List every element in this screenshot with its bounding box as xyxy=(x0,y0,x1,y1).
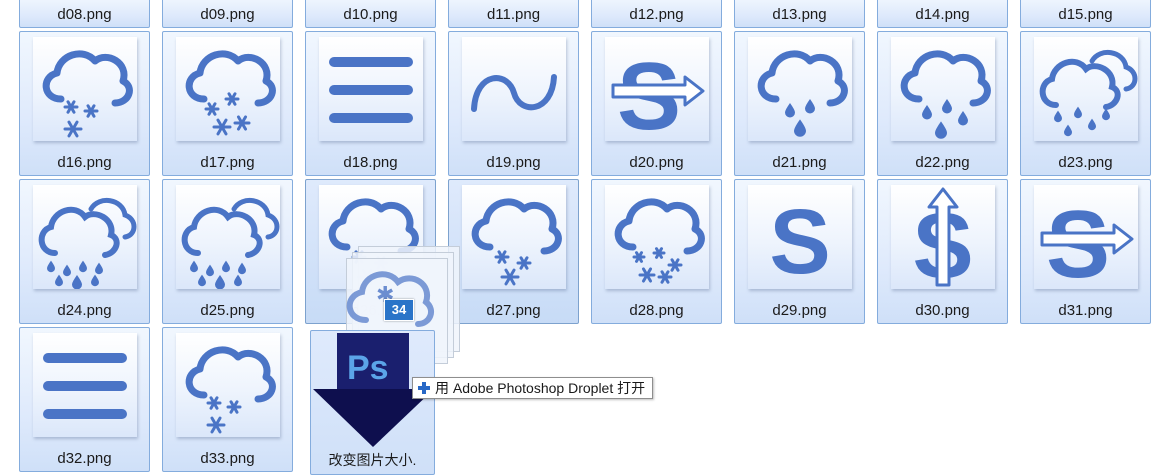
file-thumbnail xyxy=(319,37,423,141)
file-name: d25.png xyxy=(200,302,255,319)
file-tile[interactable]: Sd30.png xyxy=(877,179,1008,324)
file-tile[interactable]: d08.png xyxy=(19,0,150,28)
s-letter-icon: S xyxy=(769,191,830,289)
file-name: d23.png xyxy=(1058,154,1113,171)
droplet-file[interactable]: Ps 改变图片大小. xyxy=(310,330,435,475)
file-tile[interactable]: d17.png xyxy=(162,31,293,176)
s-arrow-icon: S xyxy=(611,43,705,141)
file-name: d18.png xyxy=(343,154,398,171)
file-tile[interactable]: d10.png xyxy=(305,0,436,28)
file-thumbnail xyxy=(176,185,280,289)
file-name: d09.png xyxy=(200,6,255,23)
file-name: d08.png xyxy=(57,6,112,23)
file-name: d28.png xyxy=(629,302,684,319)
double-cloud-rain-heavy-icon xyxy=(38,198,137,289)
file-name: d12.png xyxy=(629,6,684,23)
ps-logo: Ps xyxy=(347,349,389,387)
snow-2-icon xyxy=(42,50,133,138)
file-thumbnail: S xyxy=(605,37,709,141)
plus-icon xyxy=(418,382,430,394)
file-thumbnail xyxy=(462,37,566,141)
double-cloud-rain-icon xyxy=(1039,50,1138,137)
file-thumbnail xyxy=(33,333,137,437)
file-tile[interactable]: d32.png xyxy=(19,327,150,472)
file-name: d20.png xyxy=(629,154,684,171)
file-thumbnail xyxy=(176,333,280,437)
wave-icon xyxy=(471,74,557,112)
file-tile[interactable]: d28.png xyxy=(591,179,722,324)
rain-3-icon xyxy=(900,50,991,139)
file-tile[interactable]: d13.png xyxy=(734,0,865,28)
file-thumbnail xyxy=(33,185,137,289)
file-tile[interactable]: d16.png xyxy=(19,31,150,176)
file-tile[interactable]: d33.png xyxy=(162,327,293,472)
file-name: d14.png xyxy=(915,6,970,23)
file-thumbnail xyxy=(462,185,566,289)
snow-3-icon xyxy=(185,50,276,136)
file-thumbnail xyxy=(1034,37,1138,141)
file-name: d33.png xyxy=(200,450,255,467)
file-thumbnail xyxy=(891,37,995,141)
fog-bars-icon xyxy=(43,353,127,419)
file-name: d19.png xyxy=(486,154,541,171)
cloud-snow-heavy-icon xyxy=(614,198,705,284)
file-name: d16.png xyxy=(57,154,112,171)
file-tile[interactable]: d15.png xyxy=(1020,0,1151,28)
file-name: d29.png xyxy=(772,302,827,319)
double-cloud-rain-heavy-icon xyxy=(181,198,280,289)
file-tile[interactable]: d18.png xyxy=(305,31,436,176)
rain-2-icon xyxy=(757,50,848,137)
file-tile[interactable]: Sd31.png xyxy=(1020,179,1151,324)
file-name: d22.png xyxy=(915,154,970,171)
droplet-label: 改变图片大小. xyxy=(328,452,417,468)
file-name: d11.png xyxy=(486,6,541,23)
file-name: d17.png xyxy=(200,154,255,171)
file-tile[interactable]: d12.png xyxy=(591,0,722,28)
file-tile[interactable]: Sd29.png xyxy=(734,179,865,324)
file-tile[interactable]: d23.png xyxy=(1020,31,1151,176)
file-tile[interactable]: d19.png xyxy=(448,31,579,176)
file-tile[interactable]: d21.png xyxy=(734,31,865,176)
file-thumbnail: S xyxy=(891,185,995,289)
file-thumbnail xyxy=(176,37,280,141)
cloud-snow-icon xyxy=(471,198,562,286)
file-tile[interactable]: d22.png xyxy=(877,31,1008,176)
file-name: d24.png xyxy=(57,302,112,319)
drag-count-badge: 34 xyxy=(384,299,414,321)
s-arrow-icon: S xyxy=(1040,191,1134,289)
snow-2-icon xyxy=(185,346,276,434)
file-name: d15.png xyxy=(1058,6,1113,23)
file-name: d31.png xyxy=(1058,302,1113,319)
file-thumbnail xyxy=(748,37,852,141)
file-tile[interactable]: d11.png xyxy=(448,0,579,28)
tooltip-text: 用 Adobe Photoshop Droplet 打开 xyxy=(435,380,646,396)
s-vertical-arrow-icon: S xyxy=(912,187,974,289)
drop-tooltip: 用 Adobe Photoshop Droplet 打开 xyxy=(412,377,654,399)
svg-text:S: S xyxy=(769,191,830,289)
fog-bars-icon xyxy=(329,57,413,123)
file-thumbnail xyxy=(33,37,137,141)
file-name: d30.png xyxy=(915,302,970,319)
file-name: d10.png xyxy=(343,6,398,23)
file-tile[interactable]: d14.png xyxy=(877,0,1008,28)
file-thumbnail: S xyxy=(1034,185,1138,289)
file-name: d21.png xyxy=(772,154,827,171)
file-thumbnail: S xyxy=(748,185,852,289)
file-name: d13.png xyxy=(772,6,827,23)
file-tile[interactable]: Sd20.png xyxy=(591,31,722,176)
file-tile[interactable]: d09.png xyxy=(162,0,293,28)
file-tile[interactable]: d24.png xyxy=(19,179,150,324)
file-thumbnail xyxy=(605,185,709,289)
file-name: d32.png xyxy=(57,450,112,467)
file-tile[interactable]: d25.png xyxy=(162,179,293,324)
